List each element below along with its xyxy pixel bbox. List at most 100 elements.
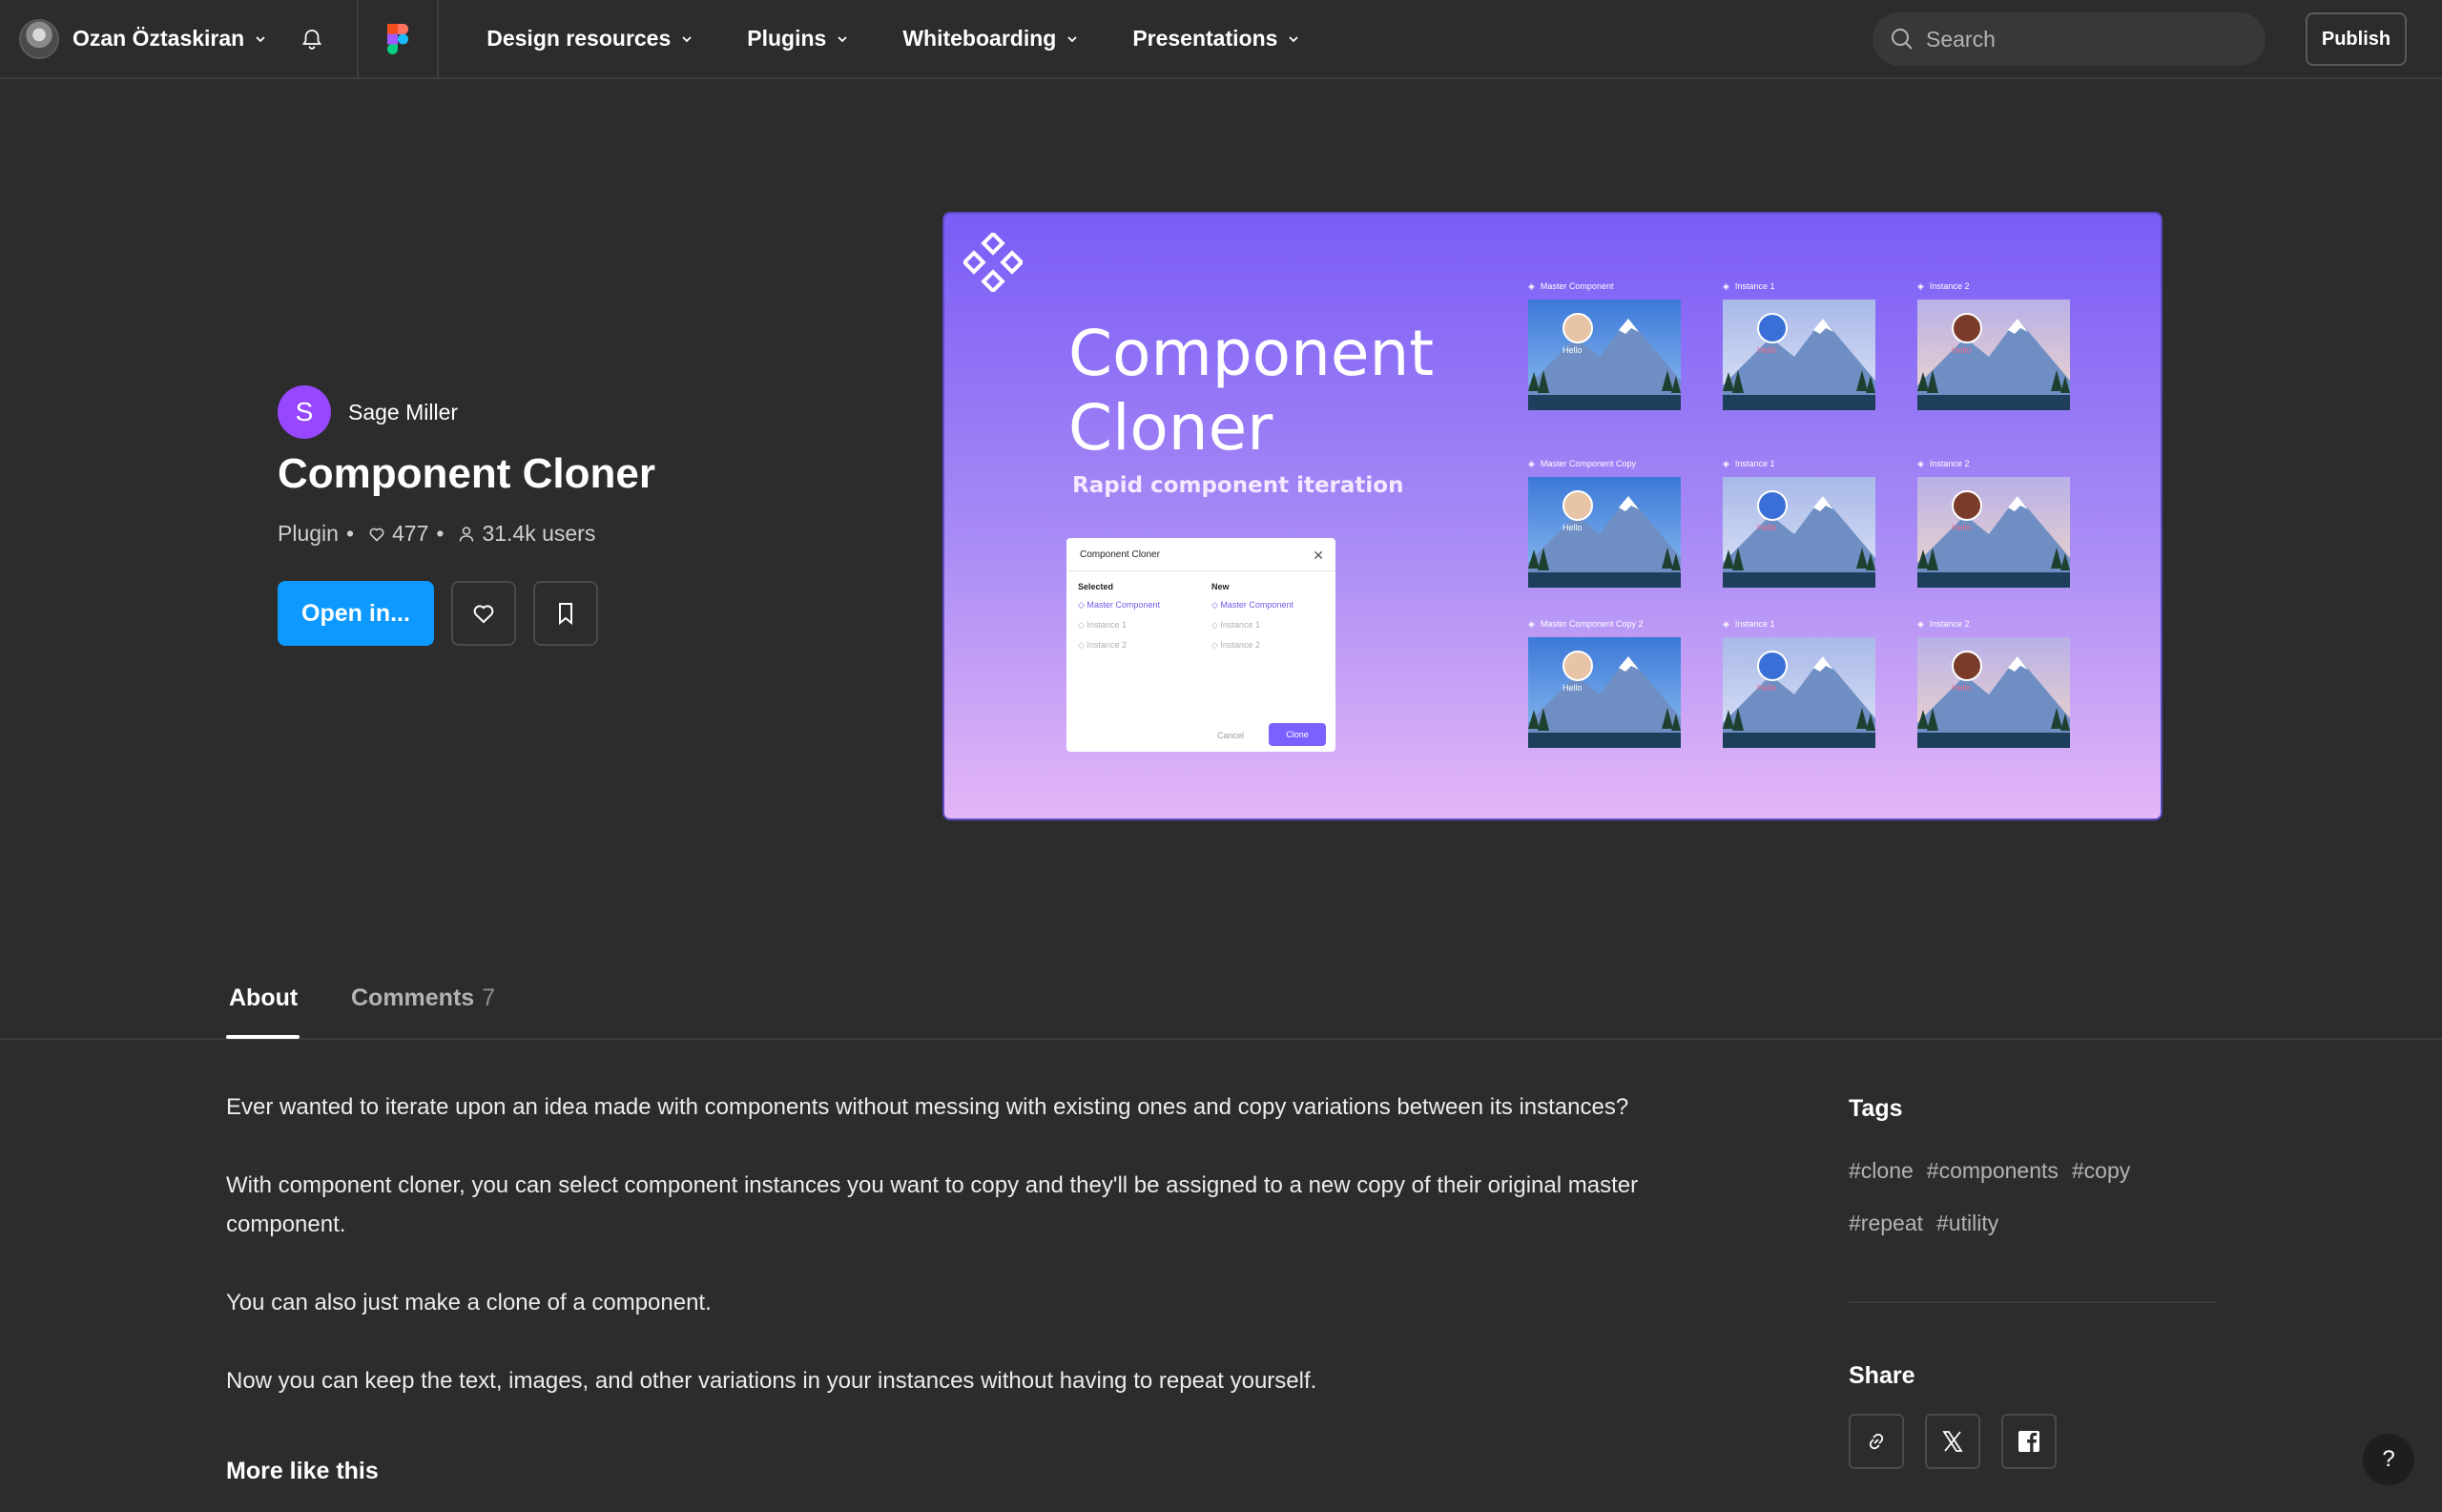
new-column: New ◇ Master Component ◇ Instance 1 ◇ In… — [1211, 582, 1293, 660]
mountain-illustration — [1528, 656, 1681, 748]
component-preview: ◈ Instance 2 Hello — [1917, 279, 2070, 410]
creator[interactable]: S Sage Miller — [278, 385, 458, 439]
creator-avatar[interactable]: S — [278, 385, 331, 439]
component-preview: ◈ Master Component Copy 2 Hello — [1528, 616, 1681, 748]
description-paragraph: You can also just make a clone of a comp… — [226, 1290, 712, 1315]
component-icon: ◈ — [1917, 280, 1924, 291]
about-description: Ever wanted to iterate upon an idea made… — [226, 1087, 1752, 1440]
nav-label[interactable]: Presentations — [1132, 26, 1277, 52]
chevron-down-icon[interactable] — [680, 32, 693, 46]
resource-type: Plugin — [278, 521, 339, 546]
separator-dot: • — [345, 521, 354, 546]
tag[interactable]: #repeat — [1849, 1211, 1923, 1236]
creator-name[interactable]: Sage Miller — [348, 400, 458, 425]
avatar — [1952, 313, 1982, 343]
comments-count[interactable]: 7 — [482, 984, 495, 1011]
user-avatar[interactable] — [19, 18, 59, 59]
mountain-illustration — [1528, 496, 1681, 588]
resource-meta: Plugin • 477 • 31.4k users — [278, 521, 595, 547]
component-preview: ◈ Instance 1 Hello — [1723, 616, 1875, 748]
mountain-illustration — [1528, 319, 1681, 410]
component-preview: ◈ Instance 1 Hello — [1723, 456, 1875, 588]
nav-plugins[interactable]: Plugins — [747, 26, 849, 52]
tab-comments[interactable]: Comments 7 — [351, 984, 495, 1012]
user-name[interactable]: Ozan Öztaskiran — [72, 26, 244, 52]
nav-presentations[interactable]: Presentations — [1132, 26, 1300, 52]
like-button[interactable] — [451, 581, 516, 646]
cover-subtitle: Rapid component iteration — [1072, 473, 1404, 498]
help-button[interactable]: ? — [2363, 1434, 2414, 1485]
tab-bar: About Comments 7 — [0, 954, 2442, 1040]
bookmark-icon — [559, 603, 572, 626]
component-label-text: Instance 2 — [1929, 281, 1970, 291]
component-label-text: Instance 1 — [1734, 619, 1775, 629]
share-buttons — [1849, 1414, 2057, 1469]
publish-button[interactable]: Publish — [2306, 12, 2407, 66]
avatar — [1562, 313, 1593, 343]
component-label: ◈ Instance 2 — [1917, 456, 2070, 471]
figma-logo-icon[interactable] — [359, 0, 437, 78]
share-facebook-button[interactable] — [2001, 1414, 2057, 1469]
component-icon: ◈ — [1528, 618, 1535, 629]
separator-dot: • — [436, 521, 445, 546]
share-x-button[interactable] — [1925, 1414, 1980, 1469]
description-paragraph: Ever wanted to iterate upon an idea made… — [226, 1094, 1629, 1120]
nav-whiteboarding[interactable]: Whiteboarding — [902, 26, 1079, 52]
tag[interactable]: #utility — [1936, 1211, 1998, 1236]
notification-bell-icon[interactable] — [300, 27, 324, 52]
cover-image[interactable]: Component Cloner Rapid component iterati… — [942, 212, 2163, 820]
mountain-thumbnail: Hello — [1528, 477, 1681, 588]
cover-title-line: Cloner — [1068, 391, 1273, 465]
save-button[interactable] — [533, 581, 598, 646]
tag[interactable]: #copy — [2072, 1158, 2130, 1184]
hello-text: Hello — [1757, 345, 1777, 355]
tab-label[interactable]: Comments — [351, 984, 474, 1011]
avatar — [1757, 490, 1788, 521]
search-input[interactable] — [1926, 26, 2241, 52]
tag-list: #clone #components #copy #repeat #utilit… — [1849, 1158, 2192, 1236]
component-label-text: Master Component — [1540, 281, 1614, 291]
facebook-icon — [2018, 1431, 2039, 1452]
component-icon: ◈ — [1917, 618, 1924, 629]
tag[interactable]: #clone — [1849, 1158, 1914, 1184]
chevron-down-icon[interactable] — [836, 32, 849, 46]
mountain-thumbnail: Hello — [1528, 637, 1681, 748]
nav-label[interactable]: Design resources — [486, 26, 671, 52]
avatar — [1952, 651, 1982, 681]
tab-about[interactable]: About — [229, 984, 298, 1012]
component-label: ◈ Master Component Copy 2 — [1528, 616, 1681, 632]
chevron-down-icon[interactable] — [1066, 32, 1079, 46]
column-header: New — [1211, 582, 1230, 591]
list-item: ◇ Instance 1 — [1078, 620, 1127, 630]
divider — [1849, 1301, 2217, 1303]
user-menu[interactable]: Ozan Öztaskiran — [0, 0, 357, 78]
hello-text: Hello — [1952, 523, 1972, 532]
nav-label[interactable]: Whiteboarding — [902, 26, 1056, 52]
component-label: ◈ Instance 2 — [1917, 279, 2070, 294]
dialog-clone-label: Clone — [1269, 723, 1326, 746]
link-icon — [1869, 1433, 1884, 1450]
share-heading: Share — [1849, 1362, 1915, 1389]
mountain-illustration — [1723, 656, 1875, 748]
open-in-button[interactable]: Open in... — [278, 581, 434, 646]
component-icon: ◈ — [1917, 458, 1924, 468]
nav-label[interactable]: Plugins — [747, 26, 826, 52]
divider — [1066, 570, 1335, 571]
tag[interactable]: #components — [1927, 1158, 2059, 1184]
top-nav: Ozan Öztaskiran Design resources Plugins… — [0, 0, 2442, 79]
plugin-dialog-preview: Component Cloner ✕ Selected ◇ Master Com… — [1066, 538, 1335, 752]
hello-text: Hello — [1562, 683, 1583, 693]
nav-design-resources[interactable]: Design resources — [486, 26, 693, 52]
chevron-down-icon[interactable] — [1287, 32, 1300, 46]
avatar — [1757, 651, 1788, 681]
hello-text: Hello — [1562, 345, 1583, 355]
search-bar[interactable] — [1873, 12, 2266, 66]
list-item-label: Master Component — [1220, 600, 1293, 610]
copy-link-button[interactable] — [1849, 1414, 1904, 1469]
like-count: 477 — [392, 521, 429, 546]
component-label-text: Master Component Copy 2 — [1540, 619, 1644, 629]
cover-title: Component Cloner — [1068, 317, 1434, 466]
heart-icon — [473, 605, 494, 624]
chevron-down-icon[interactable] — [254, 32, 267, 46]
more-like-this-heading: More like this — [226, 1458, 379, 1484]
